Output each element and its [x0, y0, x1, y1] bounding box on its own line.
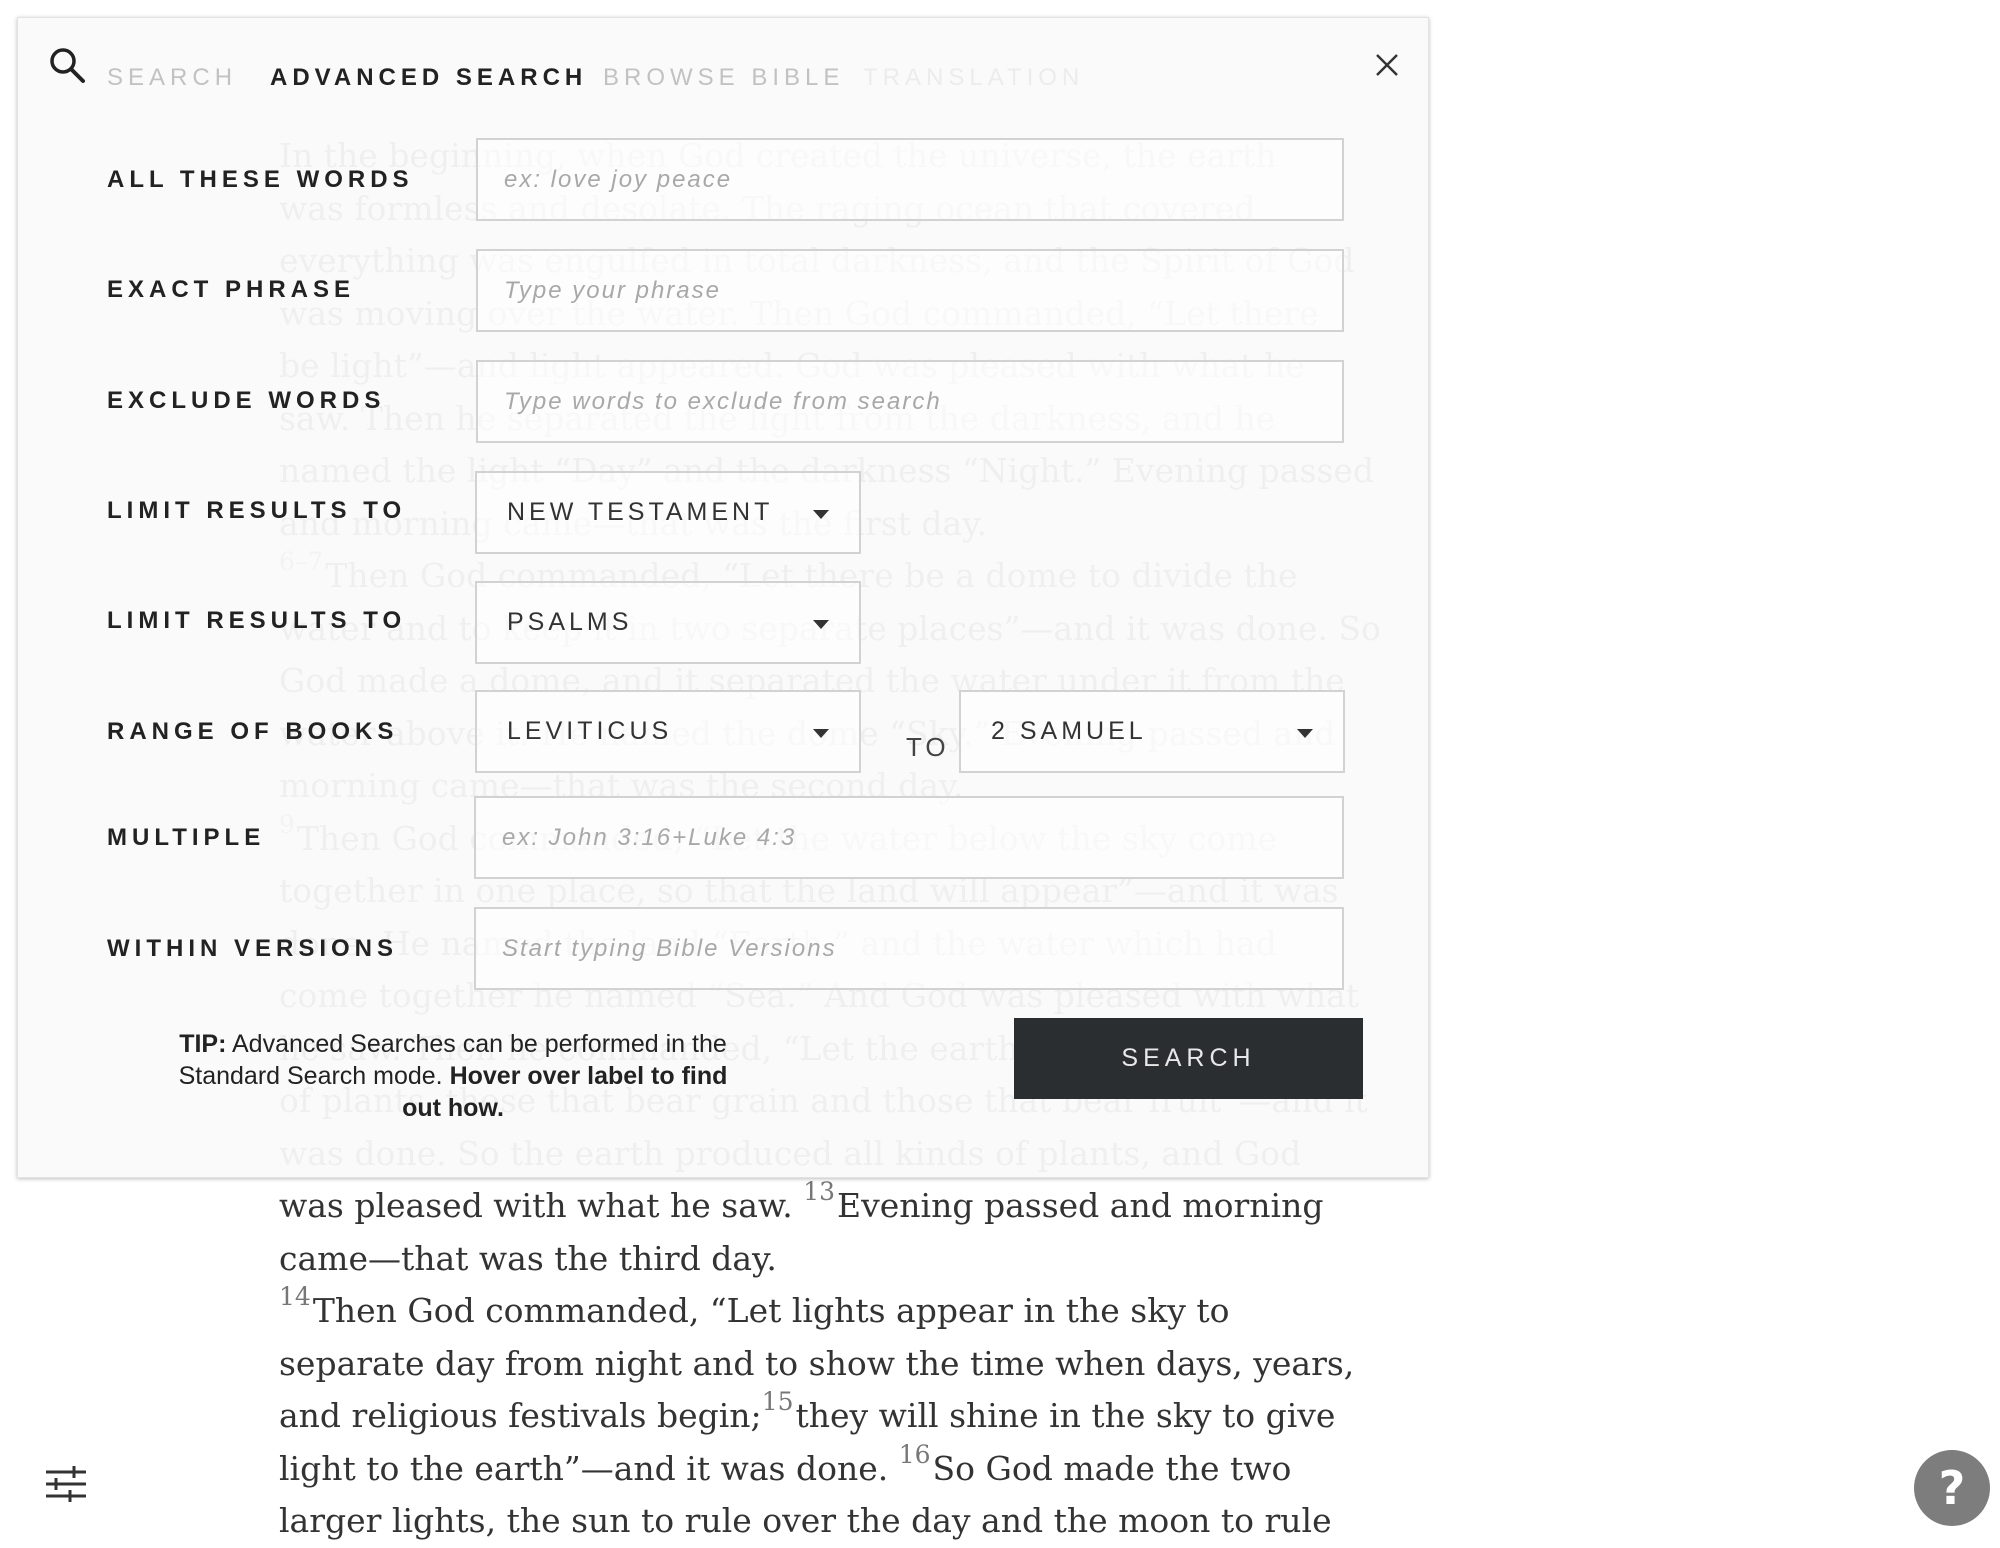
- multiple-label[interactable]: MULTIPLE: [107, 824, 265, 852]
- search-tip: TIP: Advanced Searches can be performed …: [158, 1028, 748, 1124]
- verse-text: larger lights, the sun to rule over the …: [279, 1501, 1332, 1540]
- verse-line: was pleased with what he saw. 13Evening …: [279, 1177, 1323, 1233]
- limit-book-value: PSALMS: [507, 608, 633, 636]
- multiple-input[interactable]: [474, 796, 1344, 879]
- chevron-down-icon: [1297, 729, 1313, 738]
- verse-text: they will shine in the sky to give: [795, 1396, 1336, 1435]
- chevron-down-icon: [813, 729, 829, 738]
- within-versions-input[interactable]: [474, 907, 1344, 990]
- range-from-value: LEVITICUS: [507, 717, 673, 745]
- range-from-select[interactable]: LEVITICUS: [475, 690, 861, 773]
- verse-line: larger lights, the sun to rule over the …: [279, 1495, 1332, 1548]
- verse-text: Then God commanded, “Let lights appear i…: [312, 1291, 1230, 1330]
- verse-number: 16: [898, 1439, 931, 1469]
- search-icon: [48, 46, 86, 84]
- range-to-select[interactable]: 2 SAMUEL: [959, 690, 1345, 773]
- tip-prefix: TIP:: [179, 1030, 227, 1058]
- verse-line: separate day from night and to show the …: [279, 1338, 1354, 1391]
- tab-browse-bible[interactable]: BROWSE BIBLE: [603, 64, 844, 92]
- limit-testament-value: NEW TESTAMENT: [507, 498, 774, 526]
- tab-advanced-search[interactable]: ADVANCED SEARCH: [270, 64, 587, 92]
- search-button[interactable]: SEARCH: [1014, 1018, 1363, 1099]
- verse-text: and religious festivals begin;: [279, 1396, 762, 1435]
- chevron-down-icon: [813, 620, 829, 629]
- verse-line: light to the earth”—and it was done. 16S…: [279, 1439, 1291, 1496]
- verse-number: 14: [279, 1282, 311, 1311]
- chevron-down-icon: [813, 510, 829, 519]
- advanced-search-modal: SEARCH ADVANCED SEARCH BROWSE BIBLE TRAN…: [17, 17, 1429, 1178]
- verse-line: came—that was the third day.: [279, 1233, 1239, 1286]
- range-books-label[interactable]: RANGE OF BOOKS: [107, 718, 398, 746]
- verse-number: 15: [761, 1387, 794, 1416]
- help-question-icon: ?: [1938, 1461, 1966, 1515]
- limit-testament-select[interactable]: NEW TESTAMENT: [475, 471, 861, 554]
- limit-book-label[interactable]: LIMIT RESULTS TO: [107, 607, 406, 635]
- verse-number: 13: [803, 1177, 836, 1206]
- search-tabs-bar: SEARCH ADVANCED SEARCH BROWSE BIBLE TRAN…: [18, 18, 1428, 108]
- close-icon[interactable]: [1373, 51, 1401, 79]
- range-to-value: 2 SAMUEL: [991, 717, 1147, 745]
- search-button-label: SEARCH: [1121, 1044, 1256, 1072]
- tab-search[interactable]: SEARCH: [107, 64, 237, 92]
- exclude-words-label[interactable]: EXCLUDE WORDS: [107, 387, 385, 415]
- settings-sliders-icon[interactable]: [44, 1464, 88, 1504]
- exact-phrase-input[interactable]: [476, 249, 1344, 332]
- verse-text: light to the earth”—and it was done.: [279, 1448, 899, 1488]
- all-words-label[interactable]: ALL THESE WORDS: [107, 166, 414, 194]
- range-to-label: TO: [906, 732, 950, 762]
- all-words-input[interactable]: [476, 138, 1344, 221]
- limit-testament-label[interactable]: LIMIT RESULTS TO: [107, 497, 406, 525]
- tab-translation[interactable]: TRANSLATION: [863, 64, 1084, 92]
- verse-text: So God made the two: [932, 1448, 1292, 1488]
- exclude-words-input[interactable]: [476, 360, 1344, 443]
- verse-text: was pleased with what he saw.: [279, 1186, 804, 1225]
- limit-book-select[interactable]: PSALMS: [475, 581, 861, 664]
- verse-text: came—that was the third day.: [279, 1238, 777, 1278]
- verse-text: Evening passed and morning: [837, 1186, 1324, 1225]
- verse-line: and religious festivals begin;15they wil…: [279, 1387, 1335, 1443]
- tip-hover-link[interactable]: Hover over label to find out how.: [402, 1062, 727, 1122]
- help-button[interactable]: ?: [1914, 1450, 1990, 1526]
- exact-phrase-label[interactable]: EXACT PHRASE: [107, 276, 355, 304]
- verse-text: separate day from night and to show the …: [279, 1343, 1355, 1383]
- within-versions-label[interactable]: WITHIN VERSIONS: [107, 935, 398, 963]
- verse-line: 14Then God commanded, “Let lights appear…: [279, 1282, 1239, 1338]
